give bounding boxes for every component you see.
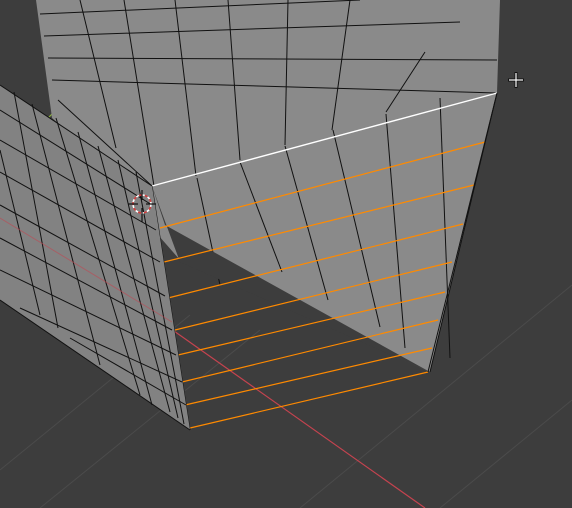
3d-viewport[interactable] [0,0,572,508]
viewport-canvas[interactable] [0,0,572,508]
